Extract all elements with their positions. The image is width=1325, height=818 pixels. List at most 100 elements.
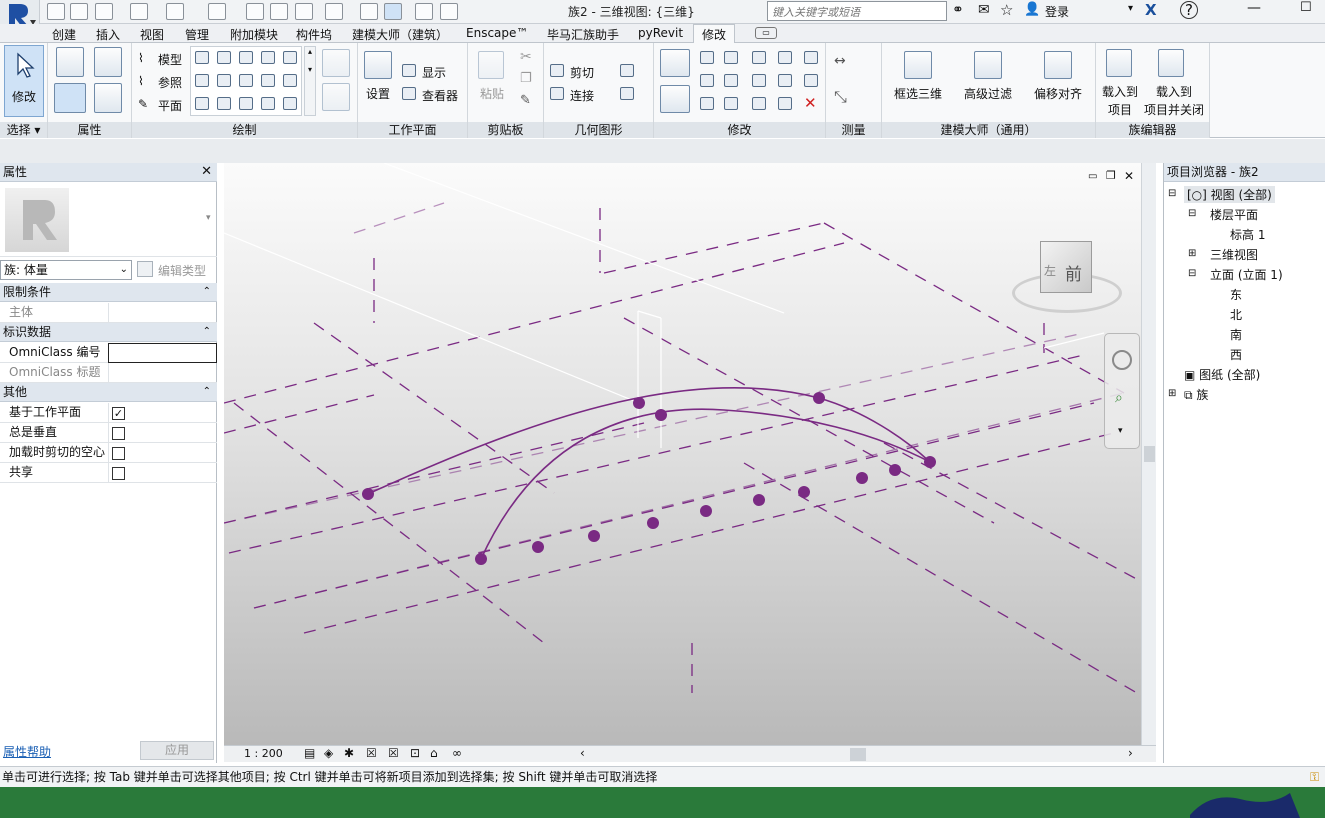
set-workplane-icon[interactable] [364,51,392,79]
unpin-icon[interactable] [804,51,818,64]
tree-node-south[interactable]: 南 [1230,326,1242,343]
expand-toggle[interactable]: ⊞ [1188,248,1196,259]
section-identity[interactable]: 标识数据 ⌃ [0,323,217,342]
copy-modify-icon[interactable] [700,97,714,110]
load-close-a[interactable]: 载入到 [1156,83,1192,100]
section-other[interactable]: 其他 ⌃ [0,383,217,402]
offset-icon[interactable] [700,74,714,87]
delete-icon[interactable]: ✕ [804,94,817,112]
tree-node-level1[interactable]: 标高 1 [1230,226,1265,243]
family-category-icon[interactable] [94,47,122,77]
master-filter[interactable]: 高级过滤 [964,85,1012,102]
workplane-set[interactable]: 设置 [366,85,390,102]
sun-path-icon[interactable]: ✱ [344,746,354,760]
workplane-show[interactable]: 显示 [422,64,446,81]
pick-edges-icon[interactable] [261,97,275,110]
apply-button[interactable]: 应用 [140,741,214,760]
trim-icon[interactable] [724,97,738,110]
rectangle-icon[interactable] [217,51,231,64]
expand-toggle[interactable]: ⊞ [1168,388,1176,399]
tab-component-dock[interactable]: 构件坞 [296,26,332,43]
binoculars-icon[interactable]: ⚭ [952,2,964,18]
split-icon[interactable] [752,51,766,64]
pick-lines-icon[interactable] [239,97,253,110]
subscription-icon[interactable]: ✉ [978,2,990,18]
align-icon[interactable] [660,49,690,77]
load-project-b[interactable]: 项目 [1108,101,1132,118]
tree-node-3d[interactable]: 三维视图 [1210,246,1258,263]
maximize-icon[interactable]: ☐ [1300,0,1312,15]
key-icon[interactable]: ⚿ [1310,767,1319,787]
paste-label[interactable]: 粘贴 [480,85,504,102]
spline-icon[interactable] [261,74,275,87]
master-box3d[interactable]: 框选三维 [894,85,942,102]
circle-icon[interactable] [261,51,275,64]
draw-reference[interactable]: 参照 [158,74,182,91]
undo-icon[interactable] [130,3,148,20]
hermite-spline-icon[interactable] [195,97,209,110]
tab-family-helper[interactable]: 毕马汇族助手 [547,26,619,43]
tab-addins[interactable]: 附加模块 [230,26,278,43]
array-icon[interactable] [752,74,766,87]
split-face-icon[interactable] [620,64,634,77]
render-icon[interactable]: ☒ [388,746,399,760]
cut-scissors-icon[interactable]: ✂ [520,49,532,65]
tree-node-floorplans[interactable]: 楼层平面 [1210,206,1258,223]
paint-icon[interactable] [620,87,634,100]
chevron-down-icon[interactable]: ▾ [206,213,211,223]
tab-enscape[interactable]: Enscape™ [466,26,528,40]
draw-plane[interactable]: 平面 [158,97,182,114]
redo-icon[interactable] [166,3,184,20]
chevron-down-icon[interactable]: ▾ [1118,426,1123,436]
point-icon[interactable] [283,97,297,110]
load-project-a[interactable]: 载入到 [1102,83,1138,100]
tab-modeling-master[interactable]: 建模大师（建筑） [352,26,448,43]
collapse-toggle[interactable]: ⊟ [1188,208,1196,219]
mirror-draw-icon[interactable] [724,51,738,64]
favorites-icon[interactable]: ☆ [1000,1,1013,19]
edit-type-button[interactable]: 编辑类型 [158,262,206,279]
save-icon[interactable] [70,3,88,20]
open-icon[interactable] [47,3,65,20]
switch-windows-icon[interactable] [440,3,458,20]
arc-tangent-icon[interactable] [217,74,231,87]
arc-icon[interactable] [283,51,297,64]
thin-lines-icon[interactable] [384,3,402,20]
match-properties-icon[interactable]: ✎ [520,93,531,108]
tab-modify[interactable]: 修改 [693,24,736,44]
login-link[interactable]: 登录 [1045,3,1069,20]
scale-icon[interactable] [778,74,792,87]
temp-hide-icon[interactable]: ∞ [452,746,462,760]
chevron-down-icon[interactable]: ▾ [1128,3,1133,14]
tab-create[interactable]: 创建 [52,26,76,43]
vertical-scrollbar[interactable] [1141,163,1156,745]
line-icon[interactable] [195,51,209,64]
tag-icon[interactable] [270,3,288,20]
collapse-toggle[interactable]: ⊟ [1188,268,1196,279]
view-scale[interactable]: 1 : 200 [244,747,283,760]
type-properties-icon[interactable] [94,83,122,113]
crop-view-icon[interactable]: ⊡ [410,746,420,760]
tree-node-families[interactable]: ⧉ 族 [1184,386,1208,403]
minimize-view-icon[interactable]: ▭ [1088,171,1097,182]
section-constraints[interactable]: 限制条件 ⌃ [0,283,217,302]
modify-button[interactable]: 修改 [4,45,44,117]
tree-node-elevations[interactable]: 立面 (立面 1) [1210,266,1283,283]
close-hidden-icon[interactable] [415,3,433,20]
tab-manage[interactable]: 管理 [185,26,209,43]
exchange-apps-icon[interactable]: X [1145,1,1157,19]
restore-view-icon[interactable]: ❐ [1106,169,1116,182]
detail-level-icon[interactable]: ▤ [304,746,315,760]
help-icon[interactable]: ? [1180,1,1198,19]
scroll-right-icon[interactable]: › [1128,746,1133,760]
master-offset[interactable]: 偏移对齐 [1034,85,1082,102]
polygon-icon[interactable] [239,51,253,64]
zoom-icon[interactable]: ⌕ [1115,390,1123,406]
sync-icon[interactable] [95,3,113,20]
dimension-align-icon[interactable]: ⤡ [834,87,847,107]
lock-view-icon[interactable]: ⌂ [430,746,438,760]
ellipse-icon[interactable] [283,74,297,87]
properties-icon[interactable] [54,83,86,113]
scroll-left-icon[interactable]: ‹ [580,746,585,760]
shadows-icon[interactable]: ☒ [366,746,377,760]
